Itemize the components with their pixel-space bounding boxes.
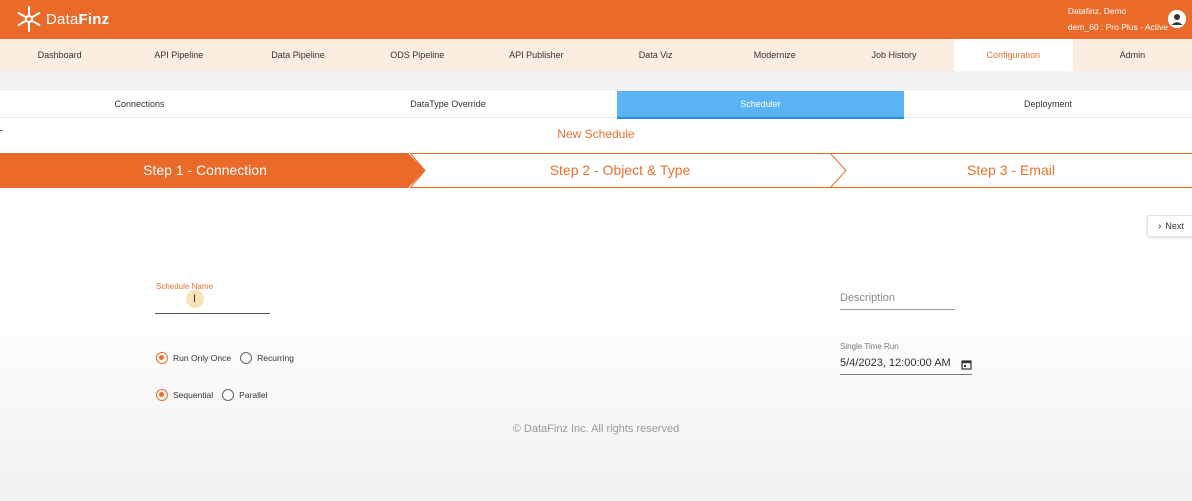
datafinz-logo[interactable]: DataFinz [14, 5, 109, 33]
avatar[interactable] [1168, 10, 1186, 28]
main-navigation: Dashboard API Pipeline Data Pipeline ODS… [0, 39, 1192, 71]
nav-modernize[interactable]: Modernize [715, 39, 834, 71]
sequential-label[interactable]: Sequential [173, 390, 213, 400]
nav-data-pipeline[interactable]: Data Pipeline [238, 39, 357, 71]
recurring-radio[interactable] [240, 352, 253, 364]
single-time-run-input[interactable]: 5/4/2023, 12:00:00 AM [840, 357, 951, 369]
parallel-label[interactable]: Parallel [239, 390, 267, 400]
next-button[interactable]: › Next [1147, 215, 1192, 237]
chevron-right-icon: › [1158, 221, 1162, 232]
schedule-name-input[interactable] [155, 313, 270, 314]
user-plan: dem_60 : Pro Plus - Active [1067, 22, 1168, 32]
schedule-name-label: Schedule Name [156, 282, 213, 291]
step-2-object-type[interactable]: Step 2 - Object & Type [410, 153, 830, 188]
nav-job-history[interactable]: Job History [834, 39, 953, 71]
run-mode-group: Run Only Once Recurring [156, 352, 303, 364]
top-header: DataFinz Datafinz, Demo dem_60 : Pro Plu… [0, 0, 1192, 39]
nav-api-pipeline[interactable]: API Pipeline [119, 39, 238, 71]
snowflake-logo-icon [17, 6, 41, 32]
nav-api-publisher[interactable]: API Publisher [477, 39, 596, 71]
single-time-run-underline [840, 374, 972, 375]
user-name: Datafinz, Demo [1067, 6, 1127, 16]
step-1-connection[interactable]: Step 1 - Connection [0, 153, 410, 188]
single-time-run-label: Single Time Run [840, 342, 899, 351]
step-3-email[interactable]: Step 3 - Email [830, 153, 1192, 188]
calendar-icon[interactable] [961, 359, 972, 370]
sequential-radio[interactable] [156, 389, 168, 401]
user-info: Datafinz, Demo dem_60 : Pro Plus - Activ… [1068, 3, 1168, 35]
tab-scheduler[interactable]: Scheduler [617, 91, 904, 119]
tab-deployment[interactable]: Deployment [904, 91, 1192, 118]
user-avatar-icon [1168, 10, 1186, 28]
execution-mode-group: Sequential Parallel [156, 389, 277, 401]
run-only-once-label[interactable]: Run Only Once [173, 353, 231, 363]
configuration-tabs: Connections DataType Override Scheduler … [0, 91, 1192, 119]
description-underline [840, 309, 955, 310]
nav-admin[interactable]: Admin [1073, 39, 1192, 71]
recurring-label[interactable]: Recurring [257, 353, 294, 363]
nav-configuration[interactable]: Configuration [953, 39, 1073, 71]
nav-dashboard[interactable]: Dashboard [0, 39, 119, 71]
spacer-band [0, 71, 1192, 91]
nav-ods-pipeline[interactable]: ODS Pipeline [358, 39, 477, 71]
logo-text: DataFinz [46, 10, 110, 28]
nav-data-viz[interactable]: Data Viz [596, 39, 715, 71]
run-only-once-radio[interactable] [156, 352, 168, 364]
tab-datatype-override[interactable]: DataType Override [279, 91, 617, 118]
tab-connections[interactable]: Connections [0, 91, 279, 118]
description-input[interactable]: Description [840, 292, 895, 304]
page-title: New Schedule [557, 127, 635, 141]
parallel-radio[interactable] [222, 389, 235, 401]
wizard-stepper: Step 1 - Connection Step 2 - Object & Ty… [0, 153, 1192, 188]
text-cursor-icon: I [193, 293, 197, 305]
next-button-label: Next [1165, 221, 1184, 231]
footer-copyright: © DataFinz Inc. All rights reserved [512, 423, 680, 435]
